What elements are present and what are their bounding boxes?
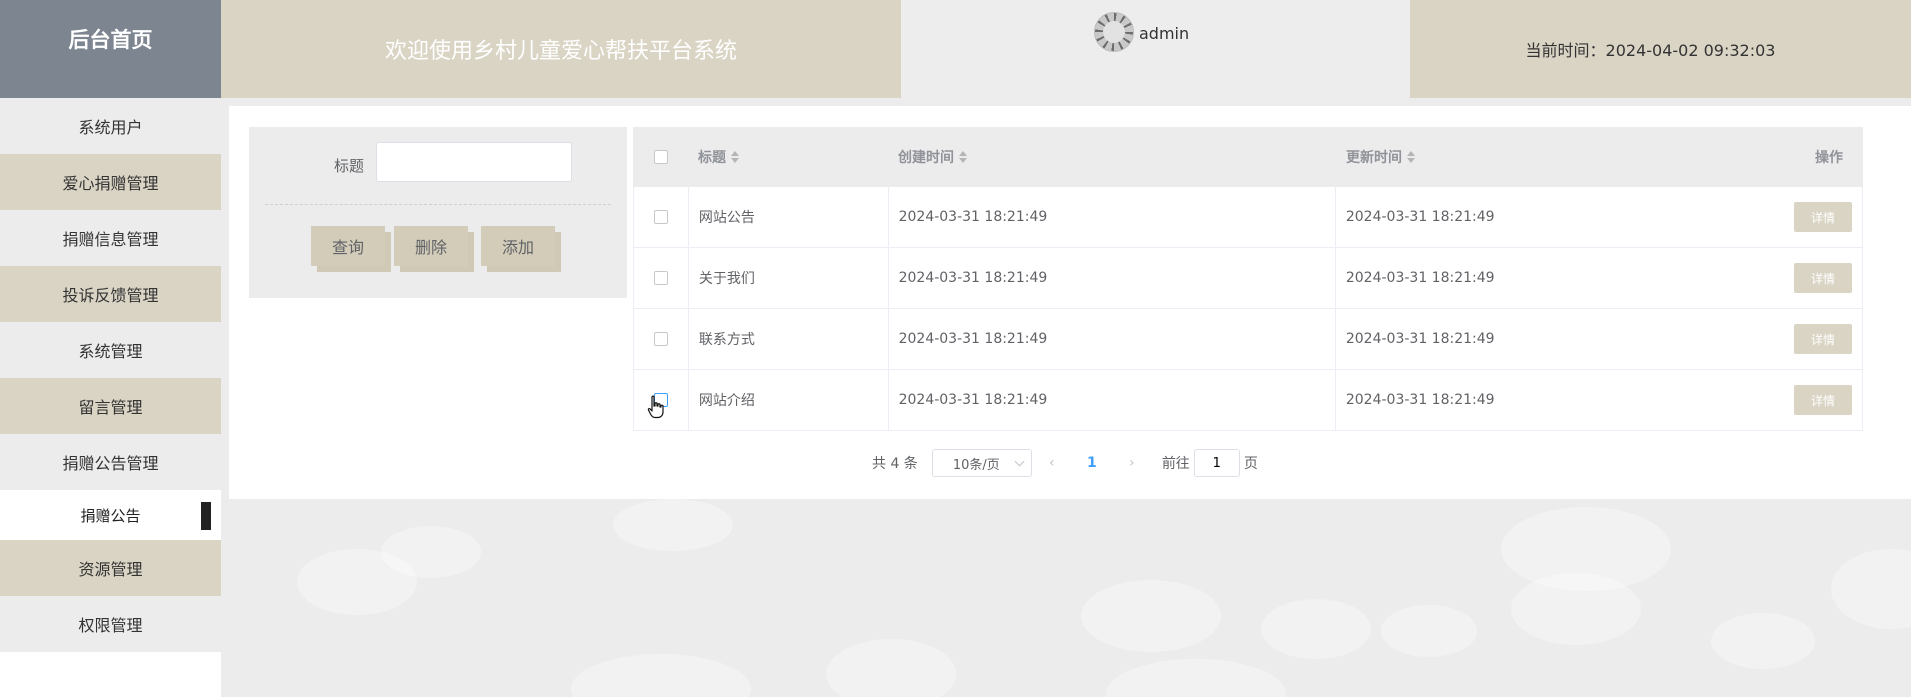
welcome-banner: 欢迎使用乡村儿童爱心帮扶平台系统 [221, 0, 901, 98]
table-header: 标题 创建时间 更新时间 操作 [633, 127, 1863, 187]
goto-page-input[interactable] [1193, 449, 1240, 477]
sort-caret-icon[interactable] [959, 150, 967, 164]
column-header-action: 操作 [1815, 150, 1843, 166]
column-header-created[interactable]: 创建时间 [888, 127, 1336, 187]
hand-cursor-icon [647, 395, 664, 419]
sort-caret-icon[interactable] [1407, 150, 1415, 164]
detail-button[interactable]: 详情 [1794, 263, 1852, 293]
add-button[interactable]: 添加 [481, 226, 555, 266]
sidebar-item-permission-management[interactable]: 权限管理 [0, 596, 221, 652]
select-all-checkbox[interactable] [653, 150, 668, 164]
table-row: 联系方式 2024-03-31 18:21:49 2024-03-31 18:2… [633, 309, 1863, 370]
cell-updated: 2024-03-31 18:21:49 [1345, 209, 1495, 225]
sidebar-subitem-label: 捐赠公告 [80, 506, 141, 525]
cell-title: 联系方式 [689, 309, 889, 369]
title-search-label: 标题 [334, 157, 365, 175]
title-search-input[interactable] [376, 142, 572, 182]
goto-suffix: 页 [1243, 456, 1258, 472]
cell-updated: 2024-03-31 18:21:49 [1345, 331, 1495, 347]
goto-page: 前往 页 [1162, 449, 1258, 477]
detail-button[interactable]: 详情 [1794, 324, 1852, 354]
row-checkbox[interactable] [653, 271, 668, 285]
sort-caret-icon[interactable] [731, 150, 739, 164]
sidebar-subitem-donation-announcement[interactable]: 捐赠公告 [0, 490, 221, 540]
cell-created: 2024-03-31 18:21:49 [889, 370, 1336, 430]
announcement-table: 标题 创建时间 更新时间 操作 网站公告 2024-03-31 18:21:49… [633, 127, 1863, 431]
divider [265, 204, 611, 205]
detail-button[interactable]: 详情 [1794, 202, 1852, 232]
cell-updated: 2024-03-31 18:21:49 [1345, 270, 1495, 286]
top-header: 后台首页 欢迎使用乡村儿童爱心帮扶平台系统 admin 当前时间：2024-04… [0, 0, 1911, 98]
sidebar-item-system-users[interactable]: 系统用户 [0, 98, 221, 154]
brand-home-link[interactable]: 后台首页 [0, 0, 221, 98]
current-time: 当前时间：2024-04-02 09:32:03 [1410, 0, 1911, 98]
table-row: 关于我们 2024-03-31 18:21:49 2024-03-31 18:2… [633, 248, 1863, 309]
next-page-icon[interactable]: › [1112, 455, 1152, 471]
cell-title: 关于我们 [689, 248, 889, 308]
cell-created: 2024-03-31 18:21:49 [889, 248, 1336, 308]
cell-title: 网站公告 [689, 187, 889, 247]
column-header-updated[interactable]: 更新时间 [1336, 127, 1783, 187]
sidebar: 系统用户 爱心捐赠管理 捐赠信息管理 投诉反馈管理 系统管理 留言管理 捐赠公告… [0, 98, 221, 697]
sidebar-item-system-management[interactable]: 系统管理 [0, 322, 221, 378]
table-row: 网站介绍 2024-03-31 18:21:49 2024-03-31 18:2… [633, 370, 1863, 431]
background-decoration [221, 499, 1911, 697]
delete-button[interactable]: 删除 [394, 226, 468, 266]
cell-title: 网站介绍 [689, 370, 889, 430]
prev-page-icon[interactable]: ‹ [1032, 455, 1072, 471]
active-marker [201, 502, 211, 530]
sidebar-item-resource-management[interactable]: 资源管理 [0, 540, 221, 596]
pagination-total: 共 4 条 [872, 456, 918, 472]
pagination: 共 4 条 10条/页 ‹ 1 › 前往 页 [872, 448, 1258, 478]
sidebar-item-donation-management[interactable]: 爱心捐赠管理 [0, 154, 221, 210]
chevron-down-icon [1014, 456, 1025, 466]
user-box: admin [901, 0, 1410, 98]
row-checkbox[interactable] [653, 332, 668, 346]
page-size-select[interactable]: 10条/页 [931, 449, 1032, 477]
column-header-title[interactable]: 标题 [688, 127, 888, 187]
sidebar-item-complaint-feedback[interactable]: 投诉反馈管理 [0, 266, 221, 322]
sidebar-item-donation-info[interactable]: 捐赠信息管理 [0, 210, 221, 266]
goto-prefix: 前往 [1161, 456, 1190, 472]
page-number-current[interactable]: 1 [1072, 455, 1112, 471]
cell-created: 2024-03-31 18:21:49 [889, 187, 1336, 247]
username[interactable]: admin [1139, 24, 1189, 43]
query-button[interactable]: 查询 [311, 226, 385, 266]
sidebar-item-announcement-management[interactable]: 捐赠公告管理 [0, 434, 221, 490]
table-row: 网站公告 2024-03-31 18:21:49 2024-03-31 18:2… [633, 187, 1863, 248]
detail-button[interactable]: 详情 [1794, 385, 1852, 415]
row-checkbox[interactable] [653, 210, 668, 224]
sidebar-item-message-management[interactable]: 留言管理 [0, 378, 221, 434]
avatar[interactable] [1094, 12, 1134, 52]
cell-updated: 2024-03-31 18:21:49 [1345, 392, 1495, 408]
cell-created: 2024-03-31 18:21:49 [889, 309, 1336, 369]
search-form: 标题 查询 删除 添加 [249, 127, 627, 298]
